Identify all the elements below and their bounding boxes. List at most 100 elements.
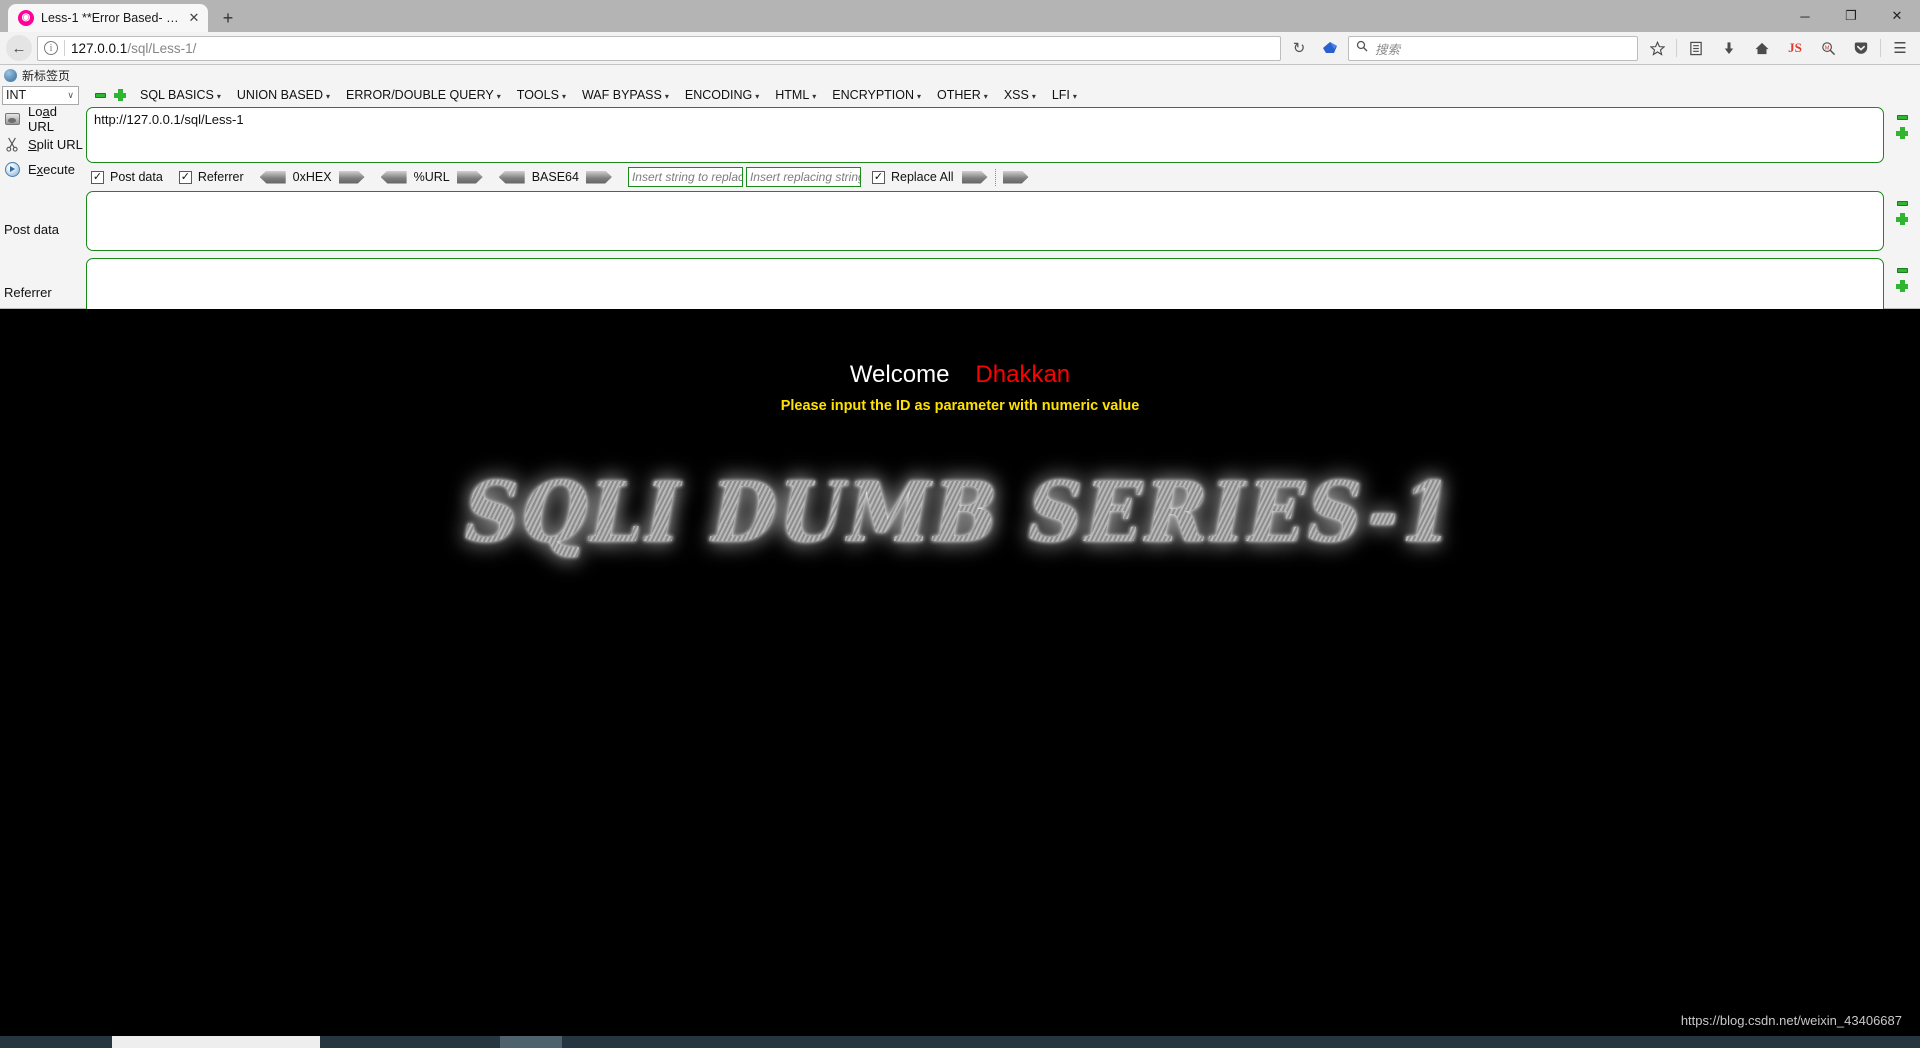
address-bar[interactable]: i 127.0.0.1/sql/Less-1/	[37, 35, 1281, 61]
replace-all-checkbox[interactable]: ✓ Replace All	[871, 170, 954, 184]
search-bar[interactable]: 搜索	[1348, 35, 1638, 61]
options-divider	[994, 168, 996, 186]
load-url-button[interactable]: Load URL	[0, 104, 86, 134]
execute-button[interactable]: Execute	[0, 158, 86, 180]
chevron-down-icon: ▾	[812, 91, 817, 101]
site-info-icon[interactable]: i	[44, 41, 58, 55]
chevron-down-icon: ∨	[67, 89, 74, 100]
os-taskbar	[0, 1036, 1920, 1048]
menu-waf-bypass[interactable]: WAF BYPASS ▾	[574, 86, 677, 104]
type-select-row: INT ∨	[0, 85, 86, 105]
referrer-checkbox-label: Referrer	[197, 170, 244, 184]
hackbar-menubar: SQL BASICS ▾ UNION BASED ▾ ERROR/DOUBLE QU…	[86, 85, 1920, 105]
hex-decode-arrow-icon[interactable]	[259, 170, 286, 184]
menu-label: UNION BASED	[236, 88, 324, 102]
hackbar-extension-icon[interactable]	[1317, 35, 1343, 61]
minus-icon[interactable]	[1896, 201, 1908, 206]
chevron-down-icon: ▾	[983, 91, 988, 101]
hex-encoder-group: 0xHEX	[259, 170, 365, 184]
browser-tab[interactable]: ◉ Less-1 **Error Based- S... ✕	[8, 4, 208, 32]
injection-type-select[interactable]: INT ∨	[2, 85, 79, 105]
replace-apply-arrow-icon[interactable]	[961, 170, 988, 184]
replace-from-input[interactable]: Insert string to replace	[627, 167, 743, 187]
hackbar-grid: INT ∨ Load URL Split URL Execute Post da…	[0, 85, 1920, 316]
close-icon[interactable]: ✕	[186, 10, 202, 26]
reload-icon[interactable]: ↻	[1286, 35, 1312, 61]
base64-encode-arrow-icon[interactable]	[585, 170, 612, 184]
menu-encryption[interactable]: ENCRYPTION ▾	[824, 86, 929, 104]
post-data-textarea[interactable]	[86, 191, 1884, 251]
url-divider	[64, 40, 65, 56]
minus-icon[interactable]	[1896, 115, 1908, 120]
minimize-button[interactable]: ─	[1782, 0, 1828, 32]
chevron-down-icon: ▾	[326, 91, 331, 101]
plus-icon[interactable]	[114, 89, 126, 101]
url-textarea[interactable]: http://127.0.0.1/sql/Less-1	[86, 107, 1884, 163]
pocket-icon[interactable]	[1847, 34, 1875, 62]
javascript-toggle-icon[interactable]: JS	[1781, 34, 1809, 62]
url-textarea-value: http://127.0.0.1/sql/Less-1	[94, 112, 244, 127]
home-icon[interactable]	[1748, 34, 1776, 62]
new-tab-button[interactable]: +	[214, 4, 242, 32]
menu-label: WAF BYPASS	[581, 88, 662, 102]
menu-lfi[interactable]: LFI ▾	[1044, 86, 1085, 104]
taskbar-segment-2[interactable]	[320, 1036, 500, 1048]
search-input[interactable]: 搜索	[1375, 39, 1400, 58]
minus-icon[interactable]	[95, 92, 106, 98]
load-url-icon	[4, 111, 20, 127]
load-url-label: Load URL	[28, 104, 57, 134]
split-url-icon	[4, 136, 20, 152]
zoom-search-icon[interactable]: M	[1814, 34, 1842, 62]
plus-icon[interactable]	[1896, 127, 1908, 139]
bookmark-star-icon[interactable]	[1643, 34, 1671, 62]
post-data-checkbox[interactable]: ✓ Post data	[91, 170, 163, 184]
menu-encoding[interactable]: ENCODING ▾	[677, 86, 767, 104]
watermark-url: https://blog.csdn.net/weixin_43406687	[1680, 1013, 1902, 1028]
maximize-button[interactable]: ❐	[1828, 0, 1874, 32]
base64-decode-arrow-icon[interactable]	[498, 170, 525, 184]
back-button-icon[interactable]: ←	[6, 35, 32, 61]
chevron-down-icon: ▾	[1031, 91, 1036, 101]
menu-sql-basics[interactable]: SQL BASICS ▾	[132, 86, 229, 104]
minus-icon[interactable]	[1896, 268, 1908, 273]
close-window-button[interactable]: ✕	[1874, 0, 1920, 32]
sqli-favicon: ◉	[18, 10, 34, 26]
plus-icon[interactable]	[1896, 280, 1908, 292]
referrer-textarea[interactable]	[86, 258, 1884, 316]
tab-strip: ◉ Less-1 **Error Based- S... ✕ + ─ ❐ ✕	[0, 0, 1920, 32]
checkbox-box: ✓	[178, 170, 192, 184]
taskbar-segment-start[interactable]	[0, 1036, 112, 1048]
bookmarks-toolbar: 新标签页	[0, 65, 1920, 85]
menu-union-based[interactable]: UNION BASED ▾	[229, 86, 338, 104]
taskbar-active-window[interactable]	[112, 1036, 320, 1048]
referrer-checkbox[interactable]: ✓ Referrer	[178, 170, 244, 184]
menu-other[interactable]: OTHER ▾	[929, 86, 996, 104]
browser-chrome: ◉ Less-1 **Error Based- S... ✕ + ─ ❐ ✕ ←…	[0, 0, 1920, 65]
page-content: Welcome Dhakkan Please input the ID as pa…	[0, 309, 1920, 1036]
menu-tools[interactable]: TOOLS ▾	[509, 86, 574, 104]
hex-encode-arrow-icon[interactable]	[338, 170, 365, 184]
globe-icon	[4, 68, 17, 82]
downloads-icon[interactable]	[1715, 34, 1743, 62]
menu-xss[interactable]: XSS ▾	[996, 86, 1044, 104]
menu-label: TOOLS	[516, 88, 559, 102]
url-encode-arrow-icon[interactable]	[456, 170, 483, 184]
referrer-label: Referrer	[4, 285, 52, 300]
menu-label: ERROR/DOUBLE QUERY	[346, 88, 494, 102]
replace-to-input[interactable]: Insert replacing string	[745, 167, 861, 187]
menu-html[interactable]: HTML ▾	[767, 86, 824, 104]
taskbar-segment-rest[interactable]	[562, 1036, 1920, 1048]
sqli-dumb-series-banner: SQLI DUMB SERIES-1	[464, 464, 1456, 561]
split-url-button[interactable]: Split URL	[0, 133, 86, 155]
banner-wrap: SQLI DUMB SERIES-1	[0, 464, 1920, 560]
taskbar-segment-3[interactable]	[500, 1036, 562, 1048]
url-decode-arrow-icon[interactable]	[380, 170, 407, 184]
extra-apply-arrow-icon[interactable]	[1002, 170, 1029, 184]
welcome-text: Welcome	[849, 361, 950, 388]
bookmark-newtab-label[interactable]: 新标签页	[22, 67, 70, 84]
chevron-down-icon: ▾	[755, 91, 760, 101]
hamburger-menu-icon[interactable]: ☰	[1886, 34, 1914, 62]
library-icon[interactable]	[1682, 34, 1710, 62]
plus-icon[interactable]	[1896, 213, 1908, 225]
menu-error-double-query[interactable]: ERROR/DOUBLE QUERY ▾	[338, 86, 509, 104]
